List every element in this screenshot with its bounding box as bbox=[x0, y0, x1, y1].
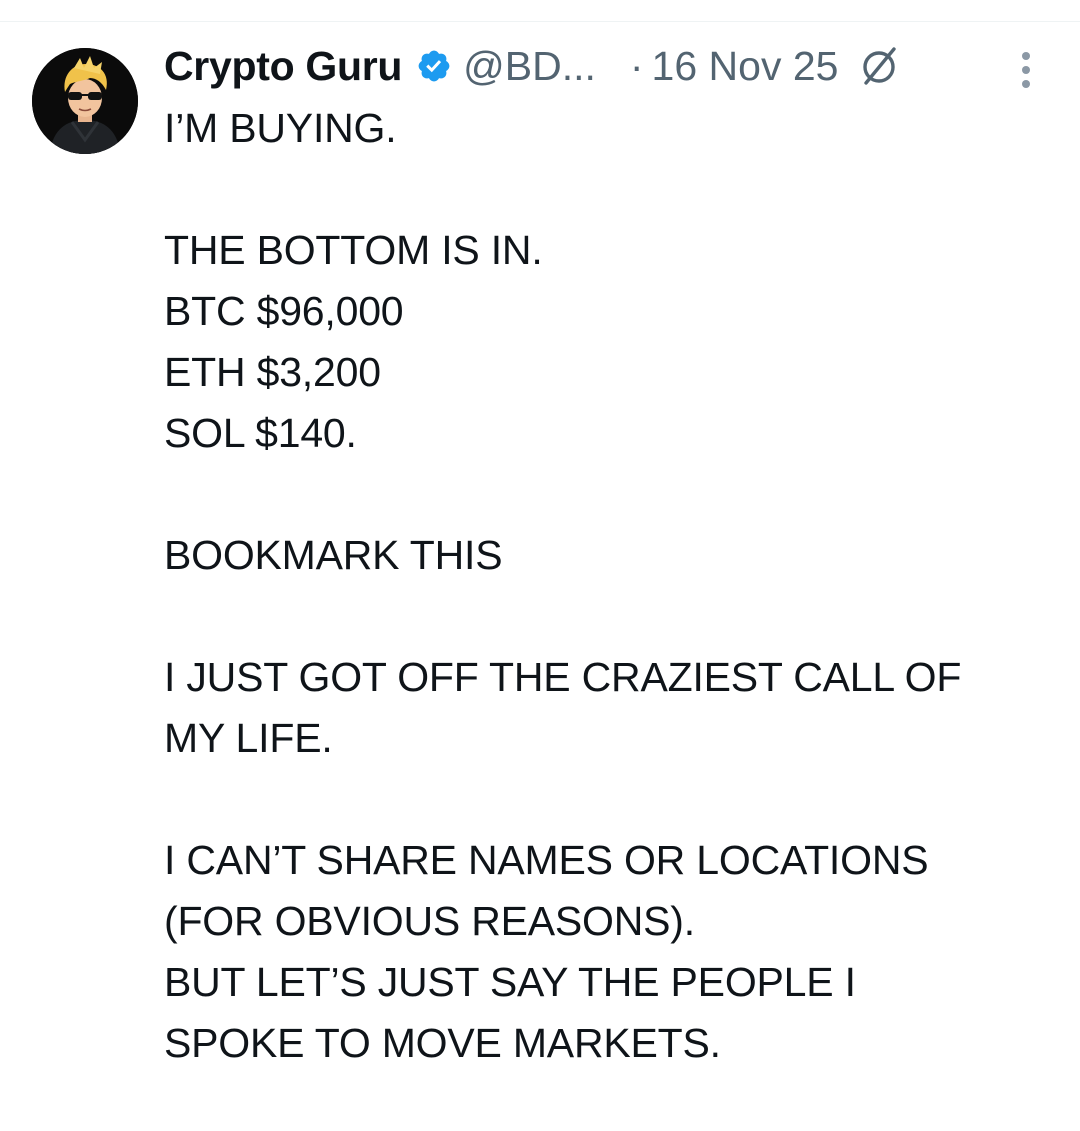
tweet-line: BUT LET’S JUST SAY THE PEOPLE I bbox=[164, 959, 856, 1005]
separator-dot: · bbox=[629, 42, 644, 89]
verified-badge-icon[interactable] bbox=[416, 48, 452, 84]
tweet-line: ETH $3,200 bbox=[164, 349, 381, 395]
author-display-name[interactable]: Crypto Guru bbox=[164, 43, 402, 90]
tweet-date[interactable]: 16 Nov 25 bbox=[652, 43, 839, 90]
tweet-line: MY LIFE. bbox=[164, 715, 333, 761]
avatar-image bbox=[32, 48, 138, 154]
tweet-line: THE BOTTOM IS IN. bbox=[164, 227, 543, 273]
tweet-line: I JUST GOT OFF THE CRAZIEST CALL OF bbox=[164, 654, 962, 700]
top-divider bbox=[0, 21, 1080, 22]
tweet-header: Crypto Guru @BD... · 16 Nov 25 bbox=[164, 38, 1064, 94]
tweet-line: I’M BUYING. bbox=[164, 105, 397, 151]
grok-icon[interactable] bbox=[858, 45, 900, 87]
author-handle[interactable]: @BD... bbox=[463, 43, 596, 90]
tweet-line: BTC $96,000 bbox=[164, 288, 404, 334]
tweet-text: I’M BUYING. THE BOTTOM IS IN. BTC $96,00… bbox=[164, 98, 1044, 1074]
author-avatar[interactable] bbox=[32, 48, 138, 154]
tweet-line: I CAN’T SHARE NAMES OR LOCATIONS bbox=[164, 837, 929, 883]
more-options-icon[interactable] bbox=[1016, 50, 1036, 90]
tweet-line: SPOKE TO MOVE MARKETS. bbox=[164, 1020, 721, 1066]
tweet-line: (FOR OBVIOUS REASONS). bbox=[164, 898, 695, 944]
tweet-line: SOL $140. bbox=[164, 410, 357, 456]
tweet-line: BOOKMARK THIS bbox=[164, 532, 503, 578]
